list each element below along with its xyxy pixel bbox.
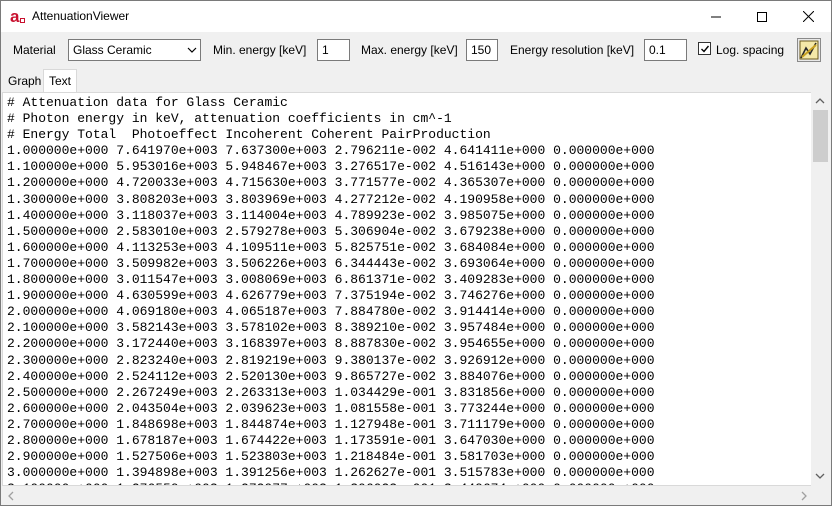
data-line: 3.000000e+000 1.394898e+003 1.391256e+00… bbox=[7, 465, 655, 481]
max-energy-label: Max. energy [keV] bbox=[361, 43, 458, 57]
energy-resolution-input[interactable] bbox=[645, 40, 686, 60]
min-energy-field[interactable] bbox=[317, 39, 350, 61]
data-line: 2.000000e+000 4.069180e+003 4.065187e+00… bbox=[7, 304, 655, 320]
material-select[interactable]: Glass Ceramic bbox=[68, 39, 201, 61]
energy-resolution-label: Energy resolution [keV] bbox=[510, 43, 635, 57]
header-line: # Photon energy in keV, attenuation coef… bbox=[7, 111, 452, 127]
min-energy-input[interactable] bbox=[318, 40, 349, 60]
window-title: AttenuationViewer bbox=[32, 9, 130, 23]
data-line: 2.500000e+000 2.267249e+003 2.263313e+00… bbox=[7, 384, 655, 400]
data-line: 1.800000e+000 3.011547e+003 3.008069e+00… bbox=[7, 272, 655, 288]
data-line: 1.300000e+000 3.808203e+003 3.803969e+00… bbox=[7, 191, 655, 207]
material-select-value: Glass Ceramic bbox=[73, 43, 152, 57]
tab-text[interactable]: Text bbox=[43, 69, 77, 93]
energy-resolution-field[interactable] bbox=[644, 39, 687, 61]
log-spacing-label[interactable]: Log. spacing bbox=[716, 43, 784, 57]
material-label: Material bbox=[13, 43, 56, 57]
data-line: 1.700000e+000 3.509982e+003 3.506226e+00… bbox=[7, 255, 655, 271]
data-line: 1.200000e+000 4.720033e+003 4.715630e+00… bbox=[7, 175, 655, 191]
text-lines: # Attenuation data for Glass Ceramic # Ph… bbox=[7, 95, 807, 485]
data-line: 2.300000e+000 2.823240e+003 2.819219e+00… bbox=[7, 352, 655, 368]
app-window: a AttenuationViewer Material Glass Ceram… bbox=[0, 0, 832, 506]
data-line: 2.700000e+000 1.848698e+003 1.844874e+00… bbox=[7, 416, 655, 432]
log-spacing-checkbox[interactable] bbox=[698, 42, 711, 55]
maximize-icon bbox=[757, 11, 767, 22]
data-line: 1.600000e+000 4.113253e+003 4.109511e+00… bbox=[7, 239, 655, 255]
minimize-button[interactable] bbox=[693, 1, 739, 32]
minimize-icon bbox=[711, 16, 721, 17]
app-logo-icon: a bbox=[10, 8, 25, 26]
chevron-down-icon bbox=[187, 47, 197, 53]
maximize-button[interactable] bbox=[739, 1, 785, 32]
data-line: 2.400000e+000 2.524112e+003 2.520130e+00… bbox=[7, 368, 655, 384]
scroll-left-icon[interactable] bbox=[7, 491, 15, 501]
svg-text:a: a bbox=[10, 8, 20, 26]
scroll-down-icon[interactable] bbox=[815, 472, 825, 480]
data-line: 2.100000e+000 3.582143e+003 3.578102e+00… bbox=[7, 320, 655, 336]
chart-tool-button[interactable] bbox=[797, 38, 821, 62]
close-icon bbox=[802, 11, 814, 22]
data-line: 2.200000e+000 3.172440e+003 3.168397e+00… bbox=[7, 336, 655, 352]
vertical-scroll-thumb[interactable] bbox=[813, 110, 828, 162]
header-line: # Attenuation data for Glass Ceramic bbox=[7, 95, 288, 110]
scroll-right-icon[interactable] bbox=[800, 491, 808, 501]
data-line: 1.400000e+000 3.118037e+003 3.114004e+00… bbox=[7, 207, 655, 223]
title-bar[interactable]: a AttenuationViewer bbox=[1, 1, 831, 32]
min-energy-label: Min. energy [keV] bbox=[213, 43, 307, 57]
max-energy-field[interactable] bbox=[466, 39, 498, 61]
data-line: 1.000000e+000 7.641970e+003 7.637300e+00… bbox=[7, 143, 655, 159]
vertical-scrollbar[interactable] bbox=[811, 92, 830, 486]
horizontal-scrollbar[interactable] bbox=[2, 486, 830, 505]
data-line: 2.900000e+000 1.527506e+003 1.523803e+00… bbox=[7, 449, 655, 465]
view-tabs: Graph Text bbox=[1, 68, 831, 93]
data-line: 1.100000e+000 5.953016e+003 5.948467e+00… bbox=[7, 159, 655, 175]
checkmark-icon bbox=[701, 45, 710, 53]
tab-graph[interactable]: Graph bbox=[5, 73, 43, 92]
data-line: 2.800000e+000 1.678187e+003 1.674422e+00… bbox=[7, 432, 655, 448]
toolbar: Material Glass Ceramic Min. energy [keV]… bbox=[1, 32, 831, 68]
data-line: 1.900000e+000 4.630599e+003 4.626779e+00… bbox=[7, 288, 655, 304]
close-button[interactable] bbox=[785, 1, 831, 32]
header-line: # Energy Total Photoeffect Incoherent Co… bbox=[7, 127, 491, 143]
scroll-up-icon[interactable] bbox=[815, 97, 825, 105]
data-line: 1.500000e+000 2.583010e+003 2.579278e+00… bbox=[7, 223, 655, 239]
chart-tool-icon bbox=[799, 40, 819, 60]
max-energy-input[interactable] bbox=[467, 40, 497, 60]
attenuation-text-area[interactable]: # Attenuation data for Glass Ceramic # Ph… bbox=[2, 92, 830, 486]
data-line: 2.600000e+000 2.043504e+003 2.039623e+00… bbox=[7, 400, 655, 416]
